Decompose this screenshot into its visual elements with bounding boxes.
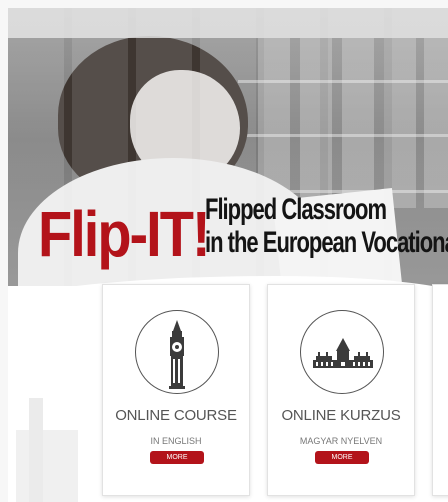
hero-subtitle-line1: Flipped Classroom <box>205 192 387 226</box>
more-button-english[interactable]: MORE <box>150 451 204 464</box>
hero-subtitle: Flipped Classroom in the European Vocati… <box>205 192 448 262</box>
course-card-english[interactable]: ONLINE COURSE IN ENGLISH MORE <box>102 284 250 496</box>
partial-course-card[interactable] <box>432 284 448 496</box>
parliament-icon <box>300 310 384 394</box>
background-building <box>16 430 78 502</box>
course-card-hungarian[interactable]: ONLINE KURZUS MAGYAR NYELVEN MORE <box>267 284 415 496</box>
background-tower <box>29 398 43 502</box>
hero-subtitle-line2: in the European Vocational <box>205 225 448 259</box>
course-language: IN ENGLISH <box>150 436 202 446</box>
left-margin <box>0 0 8 502</box>
brand-logo-text: Flip-IT! <box>38 197 211 270</box>
more-button-hungarian[interactable]: MORE <box>315 451 369 464</box>
course-language: MAGYAR NYELVEN <box>299 436 383 446</box>
course-title: ONLINE KURZUS <box>281 407 401 424</box>
big-ben-icon <box>135 310 219 394</box>
top-margin <box>0 0 448 8</box>
course-title: ONLINE COURSE <box>115 407 237 424</box>
hero-topbar <box>8 8 448 38</box>
